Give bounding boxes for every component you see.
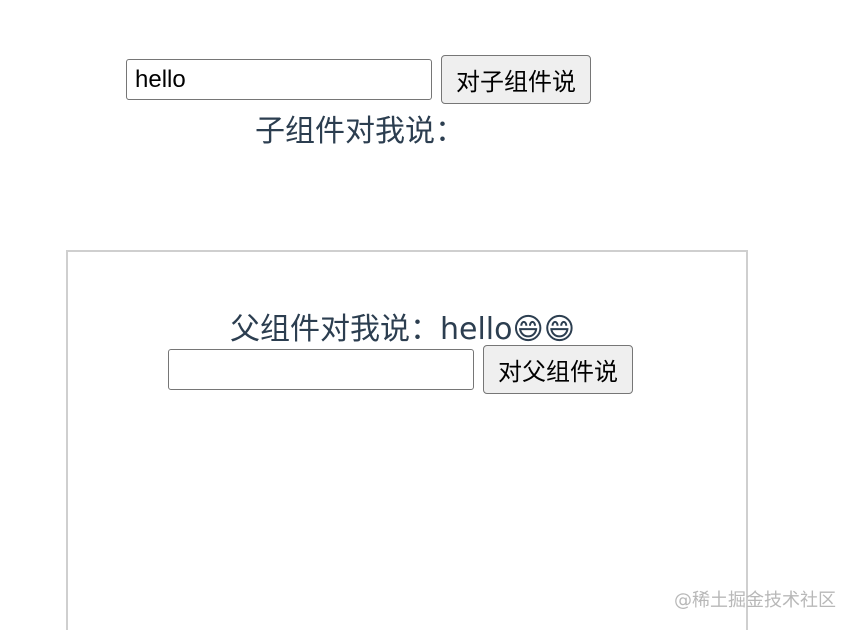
parent-message-display: 父组件对我说：hello😄😄 xyxy=(230,304,575,348)
child-message-label: 子组件对我说： xyxy=(255,114,465,149)
say-to-parent-button[interactable]: 对父组件说 xyxy=(483,345,633,394)
parent-message-prefix: 父组件对我说： xyxy=(230,312,440,347)
child-message-input[interactable] xyxy=(168,349,474,390)
parent-message-input[interactable] xyxy=(126,59,432,100)
say-to-child-button[interactable]: 对子组件说 xyxy=(441,55,591,104)
parent-input-row: 对子组件说 xyxy=(126,55,591,104)
parent-message-text: hello😄😄 xyxy=(440,312,576,347)
child-input-row: 对父组件说 xyxy=(168,345,633,394)
child-component-box: 父组件对我说：hello😄😄 对父组件说 xyxy=(66,250,748,630)
watermark: @稀土掘金技术社区 xyxy=(674,590,836,611)
